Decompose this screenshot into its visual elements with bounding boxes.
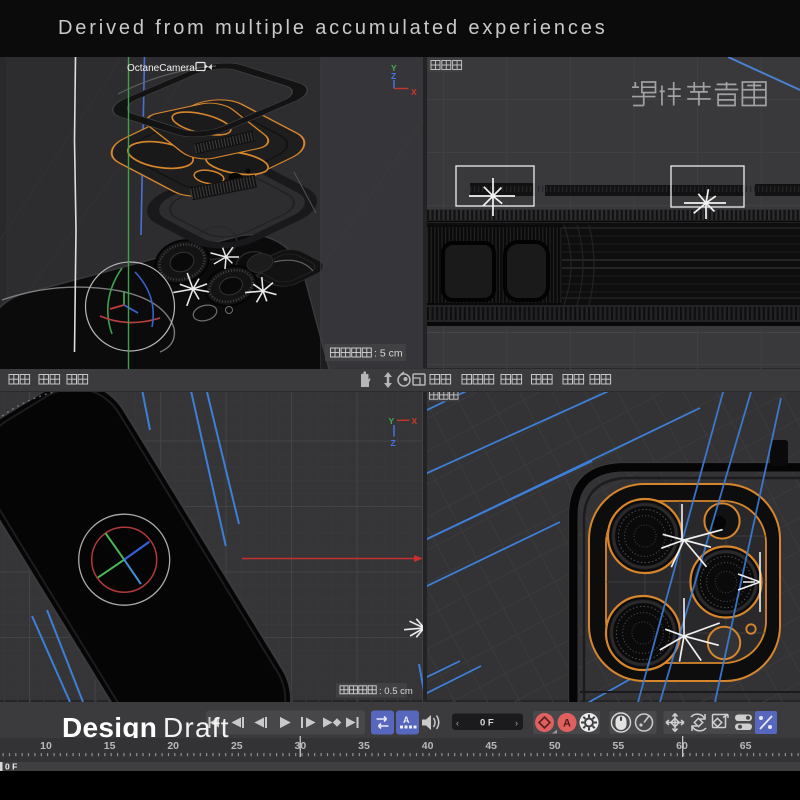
svg-text:45: 45 <box>485 740 497 752</box>
svg-text:55: 55 <box>613 740 625 752</box>
svg-text:25: 25 <box>231 740 243 752</box>
svg-text:Derived from multiple accumula: Derived from multiple accumulated experi… <box>58 17 608 39</box>
svg-text:0 F: 0 F <box>5 762 17 772</box>
svg-text:40: 40 <box>422 740 434 752</box>
svg-text:20: 20 <box>167 740 179 752</box>
svg-text:0 F: 0 F <box>480 718 494 729</box>
svg-text:OctaneCamera: OctaneCamera <box>127 63 195 74</box>
svg-text:Z: Z <box>391 438 396 448</box>
svg-text:‹: ‹ <box>456 718 459 728</box>
svg-text:: 5 cm: : 5 cm <box>374 348 403 360</box>
svg-text:10: 10 <box>40 740 52 752</box>
svg-text:A: A <box>403 715 410 725</box>
svg-text:X: X <box>411 87 417 97</box>
svg-text:Z: Z <box>391 71 396 81</box>
svg-text:›: › <box>515 718 518 728</box>
svg-text:Y: Y <box>389 416 395 426</box>
svg-text:A: A <box>563 718 571 730</box>
svg-text:35: 35 <box>358 740 370 752</box>
svg-text:50: 50 <box>549 740 561 752</box>
svg-text:15: 15 <box>104 740 116 752</box>
svg-text:: 0.5 cm: : 0.5 cm <box>379 686 413 697</box>
svg-text:65: 65 <box>740 740 752 752</box>
svg-text:X: X <box>412 416 418 426</box>
